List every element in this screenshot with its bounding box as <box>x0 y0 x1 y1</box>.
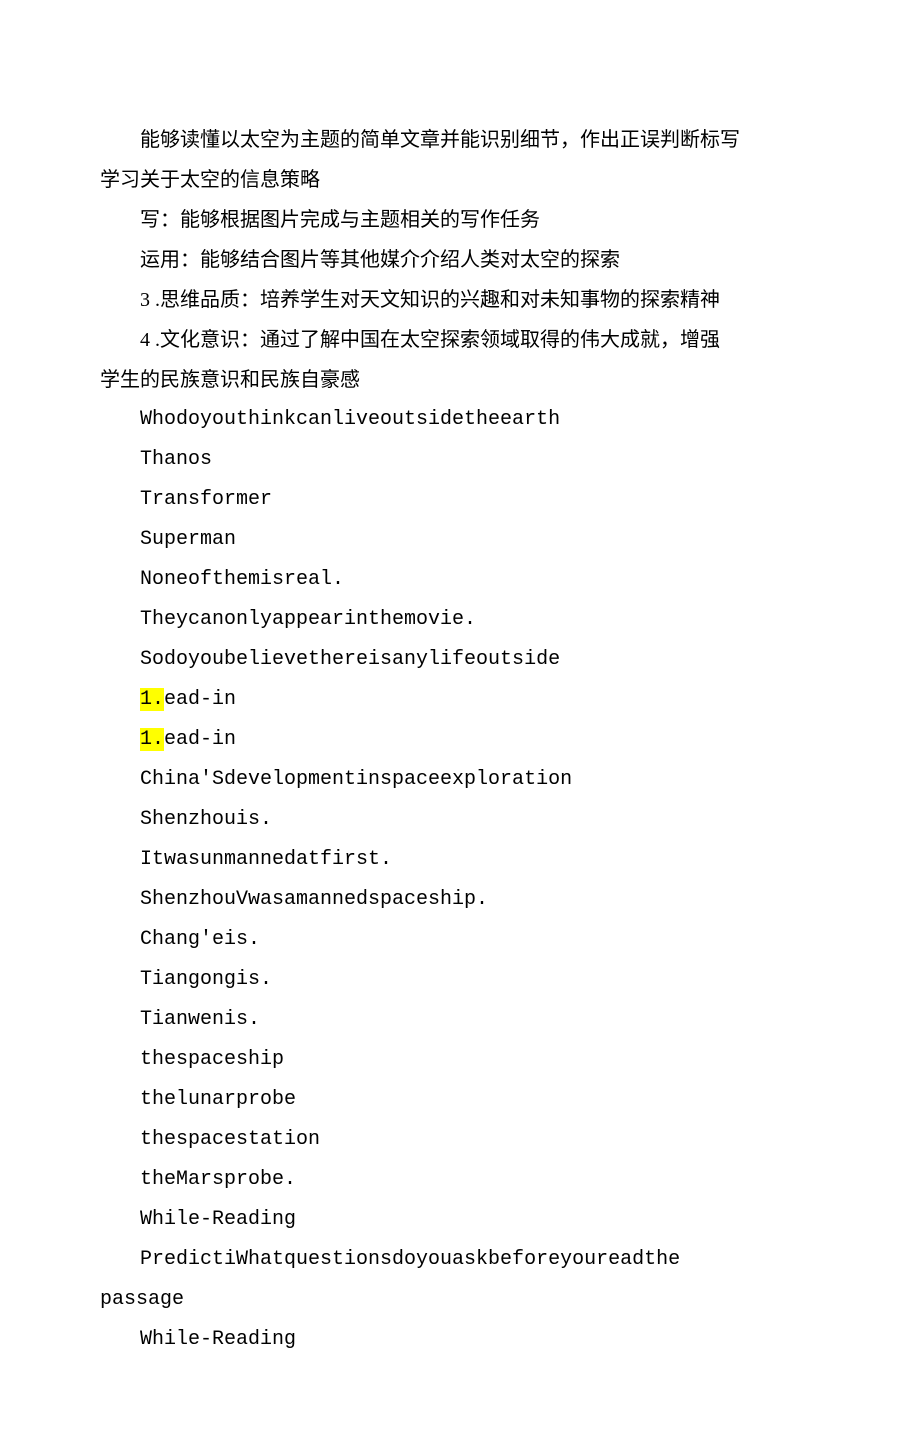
text-line: Thanos <box>100 440 820 480</box>
text-span: ead-in <box>164 688 236 711</box>
text-line: theMarsprobe. <box>100 1160 820 1200</box>
text-line: Chang'eis. <box>100 920 820 960</box>
text-line: Sodoyoubelievethereisanylifeoutside <box>100 640 820 680</box>
text-line: ShenzhouVwasamannedspaceship. <box>100 880 820 920</box>
text-line: thespaceship <box>100 1040 820 1080</box>
document-page: 能够读懂以太空为主题的简单文章并能识别细节，作出正误判断标写学习关于太空的信息策… <box>0 0 920 1440</box>
text-line: passage <box>100 1280 820 1320</box>
text-line: 4 .文化意识：通过了解中国在太空探索领域取得的伟大成就，增强 <box>100 320 820 360</box>
text-line: 学生的民族意识和民族自豪感 <box>100 360 820 400</box>
text-line: Transformer <box>100 480 820 520</box>
text-line: Tianwenis. <box>100 1000 820 1040</box>
text-line: 能够读懂以太空为主题的简单文章并能识别细节，作出正误判断标写 <box>100 120 820 160</box>
text-line: Whodoyouthinkcanliveoutsidetheearth <box>100 400 820 440</box>
text-line: 3 .思维品质：培养学生对天文知识的兴趣和对未知事物的探索精神 <box>100 280 820 320</box>
text-line: While-Reading <box>100 1320 820 1360</box>
highlighted-text: 1. <box>140 688 164 711</box>
text-span: ead-in <box>164 728 236 751</box>
text-line: PredictiWhatquestionsdoyouaskbeforeyoure… <box>100 1240 820 1280</box>
text-line: 学习关于太空的信息策略 <box>100 160 820 200</box>
text-line: China'Sdevelopmentinspaceexploration <box>100 760 820 800</box>
text-line: Itwasunmannedatfirst. <box>100 840 820 880</box>
highlighted-text: 1. <box>140 728 164 751</box>
text-line: Shenzhouis. <box>100 800 820 840</box>
text-line: Tiangongis. <box>100 960 820 1000</box>
text-line: 1.ead-in <box>100 680 820 720</box>
text-line: thelunarprobe <box>100 1080 820 1120</box>
text-line: While-Reading <box>100 1200 820 1240</box>
text-line: Superman <box>100 520 820 560</box>
text-line: thespacestation <box>100 1120 820 1160</box>
text-line: 运用：能够结合图片等其他媒介介绍人类对太空的探索 <box>100 240 820 280</box>
text-line: 写：能够根据图片完成与主题相关的写作任务 <box>100 200 820 240</box>
text-line: Theycanonlyappearinthemovie. <box>100 600 820 640</box>
text-line: 1.ead-in <box>100 720 820 760</box>
text-line: Noneofthemisreal. <box>100 560 820 600</box>
